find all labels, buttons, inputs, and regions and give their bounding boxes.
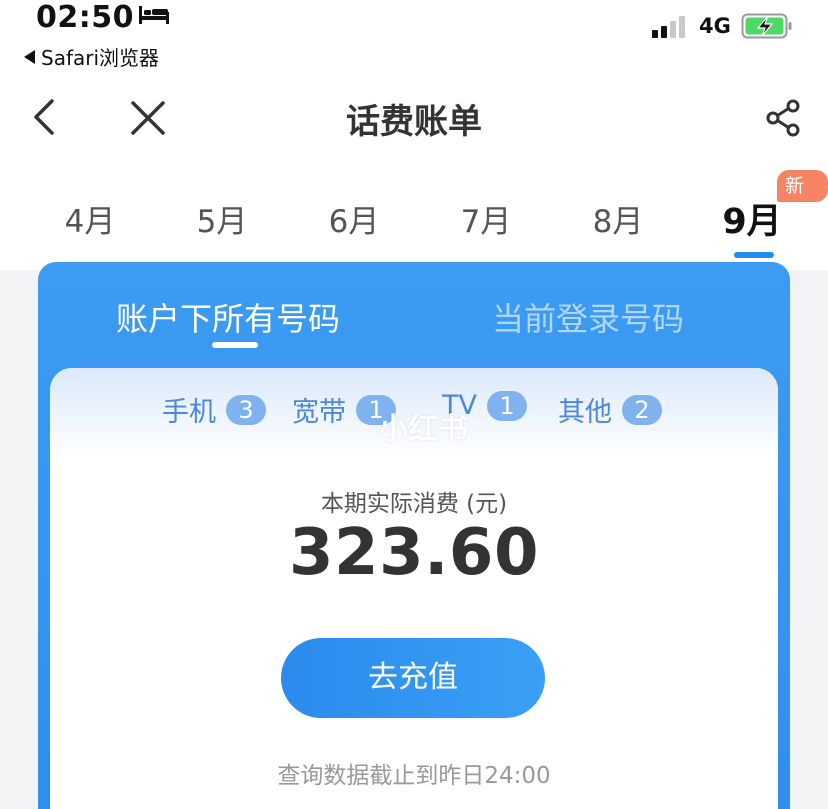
status-time: 02:50 bbox=[36, 0, 134, 35]
page-title: 话费账单 bbox=[346, 102, 482, 142]
back-triangle-icon bbox=[24, 49, 35, 64]
share-icon[interactable] bbox=[764, 98, 804, 138]
battery-charging-icon bbox=[741, 13, 792, 39]
category-label: 宽带 bbox=[292, 397, 346, 428]
category-label: 手机 bbox=[162, 397, 216, 428]
nav-bar: 话费账单 bbox=[0, 80, 828, 156]
sleep-bed-icon bbox=[139, 6, 169, 24]
category-other[interactable]: 其他 2 bbox=[558, 390, 662, 429]
category-label: 其他 bbox=[558, 397, 612, 428]
amount-value: 323.60 bbox=[289, 516, 539, 590]
watermark-logo: 小红书 bbox=[378, 412, 468, 447]
bill-card: 账户下所有号码 当前登录号码 手机 3 宽带 1 TV 1 其他 2 小红书 本… bbox=[38, 262, 790, 809]
category-count-badge: 3 bbox=[226, 394, 266, 425]
month-tabs: 4月 5月 6月 7月 8月 9月 新版 bbox=[0, 168, 828, 268]
tab-month-jul[interactable]: 7月 bbox=[420, 196, 552, 241]
tab-month-may[interactable]: 5月 bbox=[156, 196, 288, 241]
tab-month-aug[interactable]: 8月 bbox=[552, 196, 684, 241]
back-to-safari-link[interactable]: Safari浏览器 bbox=[24, 42, 159, 71]
amount-label: 本期实际消费 (元) bbox=[320, 491, 508, 517]
tab-current-login-number[interactable]: 当前登录号码 bbox=[492, 294, 684, 340]
tab-month-apr[interactable]: 4月 bbox=[24, 196, 156, 241]
back-app-label: Safari浏览器 bbox=[41, 46, 160, 70]
tab-month-jun[interactable]: 6月 bbox=[288, 196, 420, 241]
tab-all-numbers[interactable]: 账户下所有号码 bbox=[116, 294, 340, 340]
cellular-signal-icon bbox=[652, 14, 685, 38]
category-count-badge: 1 bbox=[486, 390, 527, 421]
category-mobile[interactable]: 手机 3 bbox=[162, 390, 266, 429]
recharge-button[interactable]: 去充值 bbox=[281, 638, 545, 718]
status-bar: 02:50 Safari浏览器 4G bbox=[0, 0, 828, 70]
category-count-badge: 2 bbox=[622, 394, 662, 425]
bill-summary-panel: 手机 3 宽带 1 TV 1 其他 2 小红书 本期实际消费 (元) 323.6… bbox=[50, 368, 778, 809]
data-cutoff-note: 查询数据截止到昨日24:00 bbox=[277, 763, 551, 789]
new-version-badge: 新版 bbox=[777, 170, 828, 229]
active-tab-indicator bbox=[734, 252, 774, 258]
network-type: 4G bbox=[699, 14, 731, 38]
category-filter-row: 手机 3 宽带 1 TV 1 其他 2 小红书 bbox=[50, 390, 778, 447]
sub-tab-indicator bbox=[212, 342, 258, 348]
